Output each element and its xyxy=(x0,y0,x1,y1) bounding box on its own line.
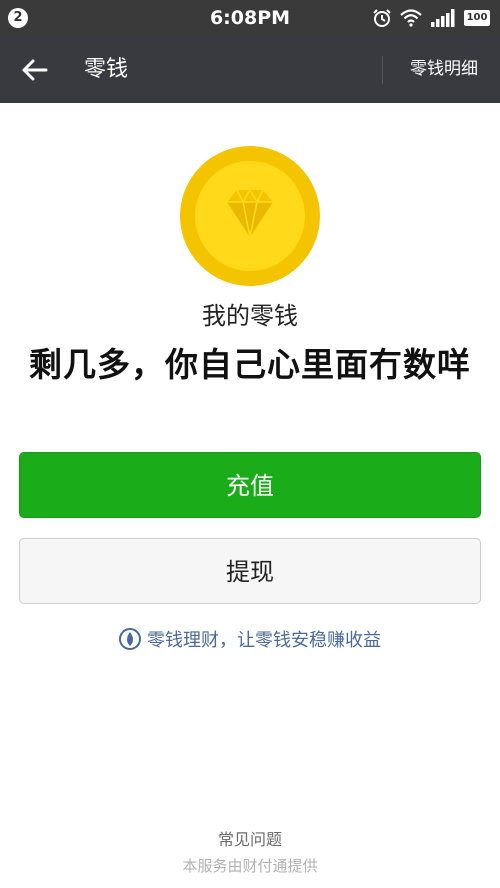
my-change-label: 我的零钱 xyxy=(202,302,298,330)
signal-icon xyxy=(431,9,455,27)
recharge-button[interactable]: 充值 xyxy=(19,452,481,518)
licai-link[interactable]: 零钱理财，让零钱安稳赚收益 xyxy=(0,626,500,652)
battery-icon: 100 xyxy=(464,10,490,26)
provider-note: 本服务由财付通提供 xyxy=(182,857,318,875)
licai-link-label: 零钱理财，让零钱安稳赚收益 xyxy=(147,630,381,651)
wifi-icon xyxy=(400,9,422,27)
withdraw-button[interactable]: 提现 xyxy=(19,538,481,604)
nav-divider xyxy=(382,56,383,84)
change-detail-link[interactable]: 零钱明细 xyxy=(410,36,478,103)
page-title: 零钱 xyxy=(84,57,129,82)
caption-text: 剩几多，你自己心里面冇数咩 xyxy=(29,345,471,384)
status-icons: 100 xyxy=(372,7,490,29)
alarm-icon xyxy=(373,9,391,27)
faq-link[interactable]: 常见问题 xyxy=(0,826,500,850)
back-arrow-icon[interactable] xyxy=(16,52,52,88)
licai-drop-icon xyxy=(119,628,141,650)
nav-bar: 零钱 零钱明细 xyxy=(0,36,500,103)
coin-diamond-icon xyxy=(180,146,320,286)
status-bar: 2 6:08PM 100 xyxy=(0,0,500,36)
